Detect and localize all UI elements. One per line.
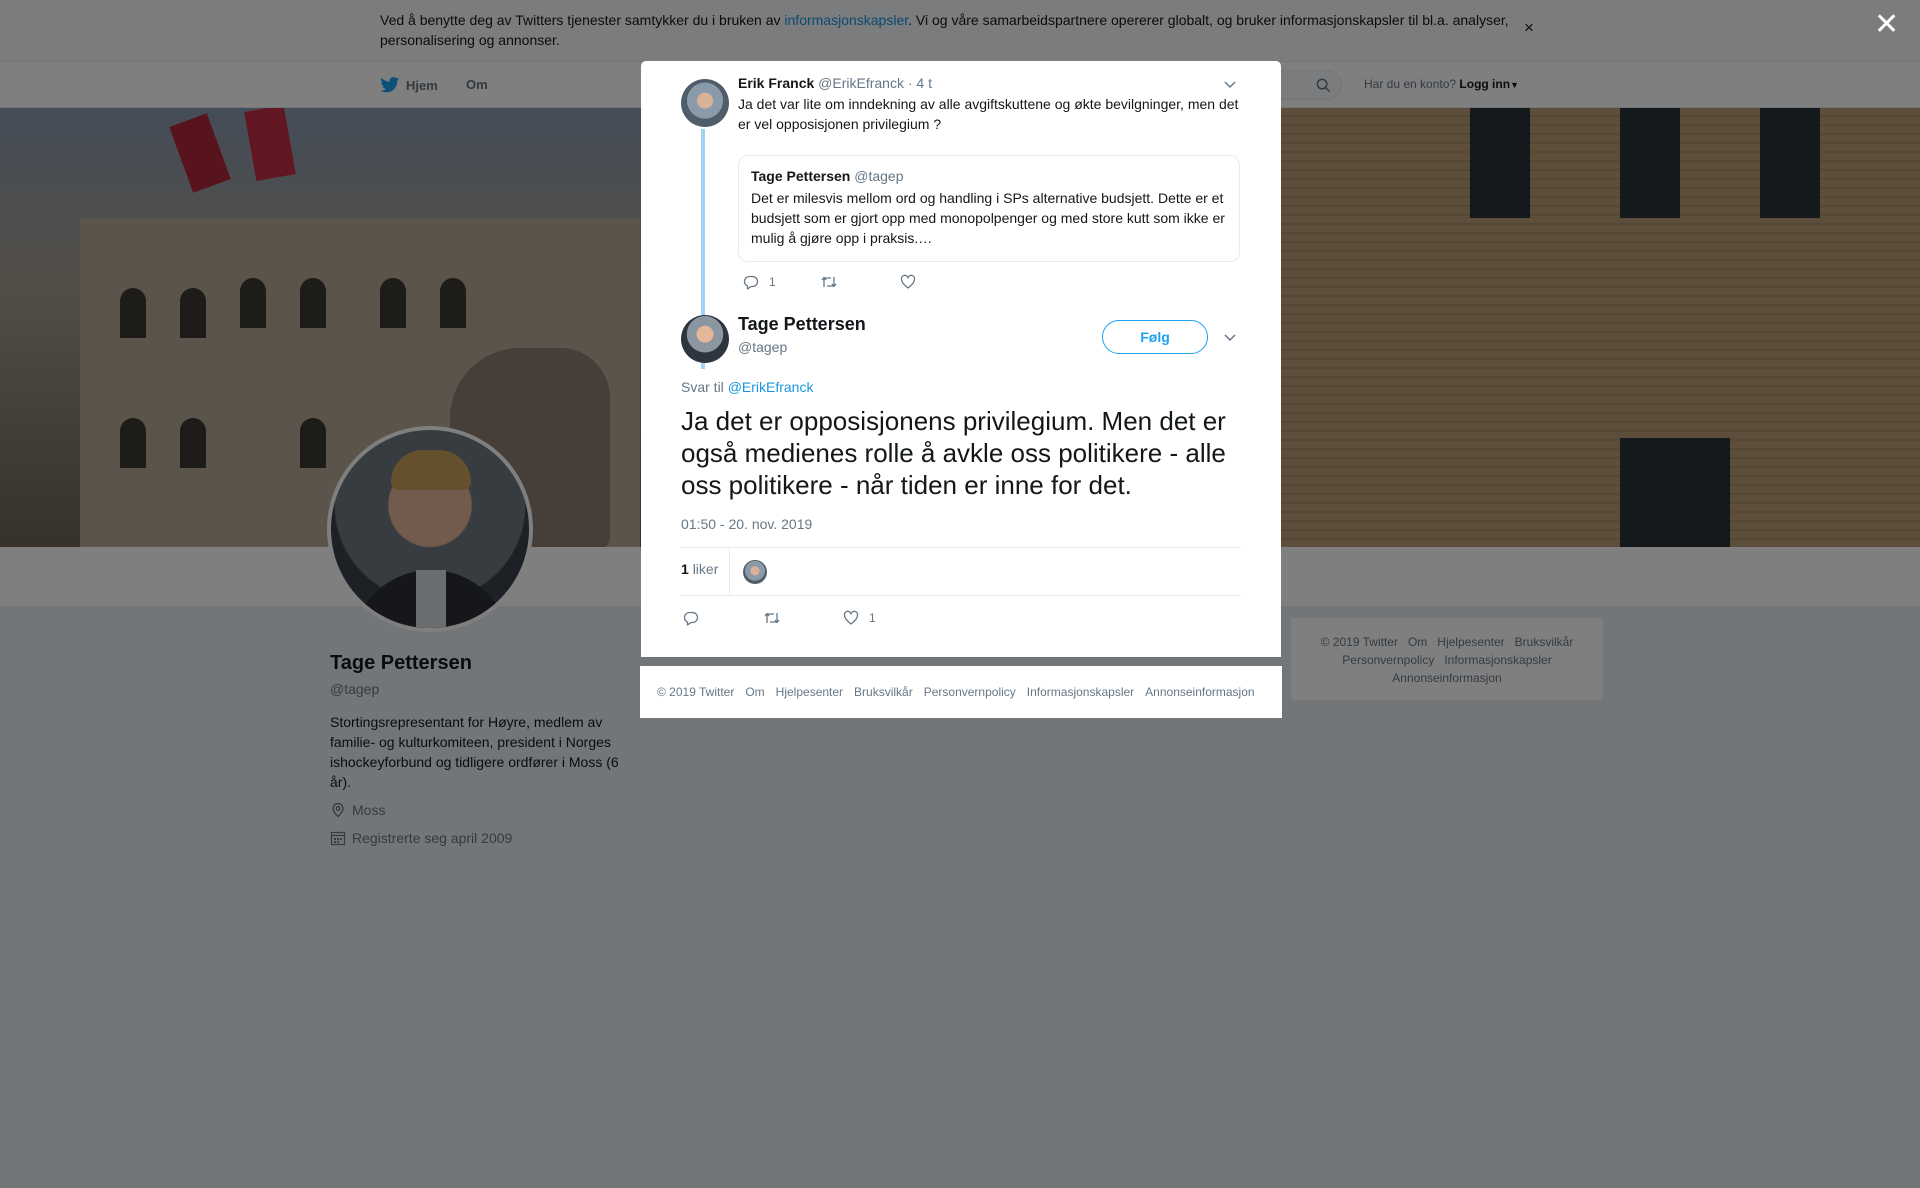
- quoted-tweet-card[interactable]: Tage Pettersen @tagep Det er milesvis me…: [738, 155, 1240, 262]
- reply-icon: [743, 275, 759, 290]
- modal-footer-privacy-link[interactable]: Personvernpolicy: [924, 685, 1016, 699]
- modal-footer-cookies-link[interactable]: Informasjonskapsler: [1027, 685, 1134, 699]
- reply-prefix: Svar til: [681, 379, 724, 395]
- quoted-tweet-text: Det er milesvis mellom ord og handling i…: [751, 190, 1225, 246]
- retweet-icon: [821, 276, 837, 288]
- main-tweet-actions: 1: [683, 610, 876, 626]
- tweet-permalink-modal: Erik Franck @ErikEfranck · 4 t Ja det va…: [641, 61, 1281, 657]
- parent-tweet-time[interactable]: · 4 t: [908, 75, 932, 91]
- likes-label: liker: [692, 561, 719, 577]
- tweet-stats: 1 liker: [681, 547, 1241, 596]
- parent-tweet-actions: 1: [743, 274, 916, 290]
- main-reply-button[interactable]: [683, 610, 699, 626]
- modal-footer-copyright: © 2019 Twitter: [657, 685, 735, 699]
- main-tweet-text: Ja det er opposisjonens privilegium. Men…: [681, 406, 1226, 500]
- parent-tweet-chevron-down-icon[interactable]: [1223, 77, 1237, 91]
- main-tweet-avatar[interactable]: [681, 315, 729, 363]
- reply-context: Svar til @ErikEfranck: [681, 379, 813, 395]
- modal-footer-help-link[interactable]: Hjelpesenter: [776, 685, 843, 699]
- stats-divider: [729, 548, 730, 595]
- close-modal-icon[interactable]: ✕: [1874, 10, 1899, 40]
- likes-number: 1: [681, 561, 689, 577]
- parent-tweet-author-name[interactable]: Erik Franck: [738, 75, 814, 91]
- retweet-icon: [764, 612, 780, 624]
- main-retweet-button[interactable]: [763, 610, 781, 626]
- liker-avatar[interactable]: [743, 560, 767, 584]
- parent-reply-count: 1: [769, 275, 776, 289]
- modal-footer-about-link[interactable]: Om: [745, 685, 764, 699]
- main-like-count: 1: [869, 611, 876, 625]
- reply-icon: [683, 611, 699, 626]
- parent-retweet-button[interactable]: [820, 274, 838, 290]
- heart-icon: [900, 274, 915, 289]
- main-tweet-timestamp[interactable]: 01:50 - 20. nov. 2019: [681, 516, 812, 532]
- quoted-tweet-author-name: Tage Pettersen: [751, 168, 851, 184]
- parent-tweet-text: Ja det var lite om inndekning av alle av…: [738, 96, 1239, 132]
- main-tweet-author-name[interactable]: Tage Pettersen: [738, 314, 866, 335]
- parent-tweet-author-handle[interactable]: @ErikEfranck: [818, 75, 904, 91]
- quoted-tweet-author-handle: @tagep: [854, 168, 904, 184]
- heart-icon: [843, 610, 859, 625]
- main-tweet-chevron-down-icon[interactable]: [1223, 330, 1237, 344]
- modal-footer-terms-link[interactable]: Bruksvilkår: [854, 685, 913, 699]
- parent-like-button[interactable]: [900, 274, 916, 290]
- reply-to-link[interactable]: @ErikEfranck: [728, 379, 814, 395]
- follow-button[interactable]: Følg: [1102, 320, 1208, 354]
- parent-reply-button[interactable]: 1: [743, 274, 776, 290]
- main-tweet-author-handle[interactable]: @tagep: [738, 339, 787, 355]
- modal-footer-ads-link[interactable]: Annonseinformasjon: [1145, 685, 1254, 699]
- likes-stat[interactable]: 1 liker: [681, 561, 718, 577]
- parent-tweet-avatar[interactable]: [681, 79, 729, 127]
- modal-footer: © 2019 Twitter Om Hjelpesenter Bruksvilk…: [640, 666, 1282, 718]
- parent-tweet-header: Erik Franck @ErikEfranck · 4 t: [738, 75, 932, 91]
- main-like-button[interactable]: 1: [843, 610, 876, 626]
